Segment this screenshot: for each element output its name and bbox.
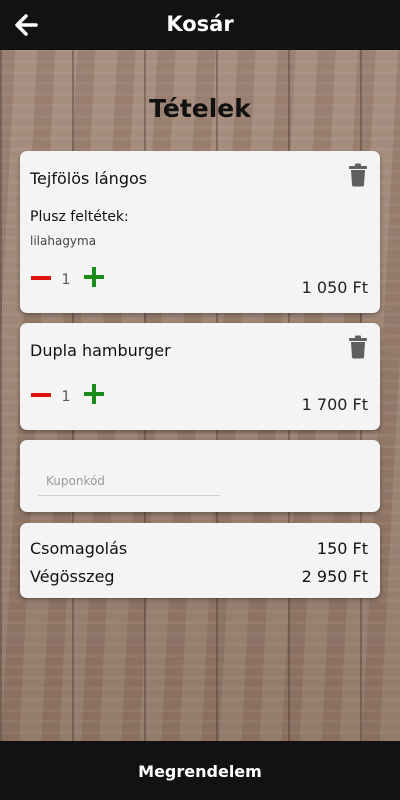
item-price: 1 050 Ft — [301, 278, 368, 297]
coupon-card — [20, 440, 380, 512]
plus-icon — [84, 384, 104, 404]
total-value: 2 950 Ft — [301, 567, 368, 586]
page-title: Tételek — [149, 94, 251, 123]
minus-icon — [31, 276, 51, 280]
item-price: 1 700 Ft — [301, 395, 368, 414]
coupon-code-input[interactable] — [38, 466, 220, 496]
decrease-quantity-button[interactable] — [30, 384, 52, 406]
place-order-label: Megrendelem — [138, 762, 262, 781]
item-name: Dupla hamburger — [30, 341, 171, 360]
minus-icon — [31, 393, 51, 397]
total-label: Végösszeg — [30, 567, 115, 586]
place-order-button[interactable]: Megrendelem — [0, 741, 400, 800]
increase-quantity-button[interactable] — [83, 383, 105, 405]
trash-icon — [349, 335, 367, 359]
screen-title: Kosár — [166, 12, 234, 36]
delete-item-button[interactable] — [348, 163, 368, 187]
quantity-value: 1 — [61, 389, 71, 405]
item-name: Tejfölös lángos — [30, 169, 148, 188]
decrease-quantity-button[interactable] — [30, 267, 52, 289]
increase-quantity-button[interactable] — [83, 266, 105, 288]
packaging-label: Csomagolás — [30, 539, 128, 558]
packaging-value: 150 Ft — [316, 539, 368, 558]
top-app-bar: Kosár — [0, 0, 400, 50]
order-summary-card: Csomagolás 150 Ft Végösszeg 2 950 Ft — [20, 523, 380, 598]
trash-icon — [349, 163, 367, 187]
quantity-value: 1 — [61, 272, 71, 288]
delete-item-button[interactable] — [348, 335, 368, 359]
cart-item-card: Tejfölös lángos Plusz feltétek: lilahagy… — [20, 151, 380, 313]
plus-icon — [84, 267, 104, 287]
extras-label: Plusz feltétek: — [30, 209, 129, 225]
extras-value: lilahagyma — [30, 234, 97, 248]
cart-item-card: Dupla hamburger 1 1 700 Ft — [20, 323, 380, 430]
